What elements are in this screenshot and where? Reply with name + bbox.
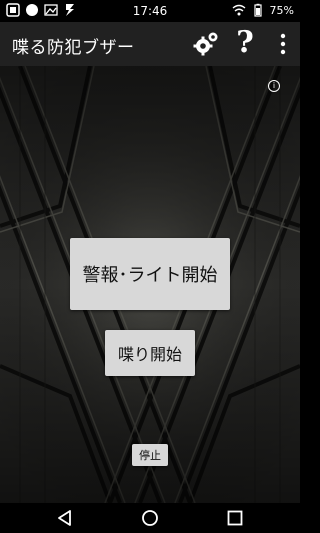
overflow-menu-icon[interactable] [276,32,290,56]
navigation-bar [0,503,300,533]
main-area: i 警報･ライト開始 喋り開始 停止 [0,66,300,503]
help-icon[interactable]: ? [232,26,258,60]
home-icon[interactable] [140,508,160,528]
gear-icon[interactable] [192,30,220,58]
app-bar: 喋る防犯ブザー ? [0,22,300,66]
status-bar: 17:46 75% [0,0,300,22]
battery-icon [253,3,262,17]
recents-icon[interactable] [225,508,245,528]
status-right-icons: 75% [232,3,294,17]
app-title: 喋る防犯ブザー [12,38,135,58]
stop-button[interactable]: 停止 [132,444,168,466]
battery-percent: 75% [269,3,294,17]
back-icon[interactable] [55,508,75,528]
speak-start-button[interactable]: 喋り開始 [105,330,195,376]
info-icon[interactable]: i [268,80,280,92]
wifi-icon [232,4,245,16]
alarm-light-start-button[interactable]: 警報･ライト開始 [70,238,230,310]
